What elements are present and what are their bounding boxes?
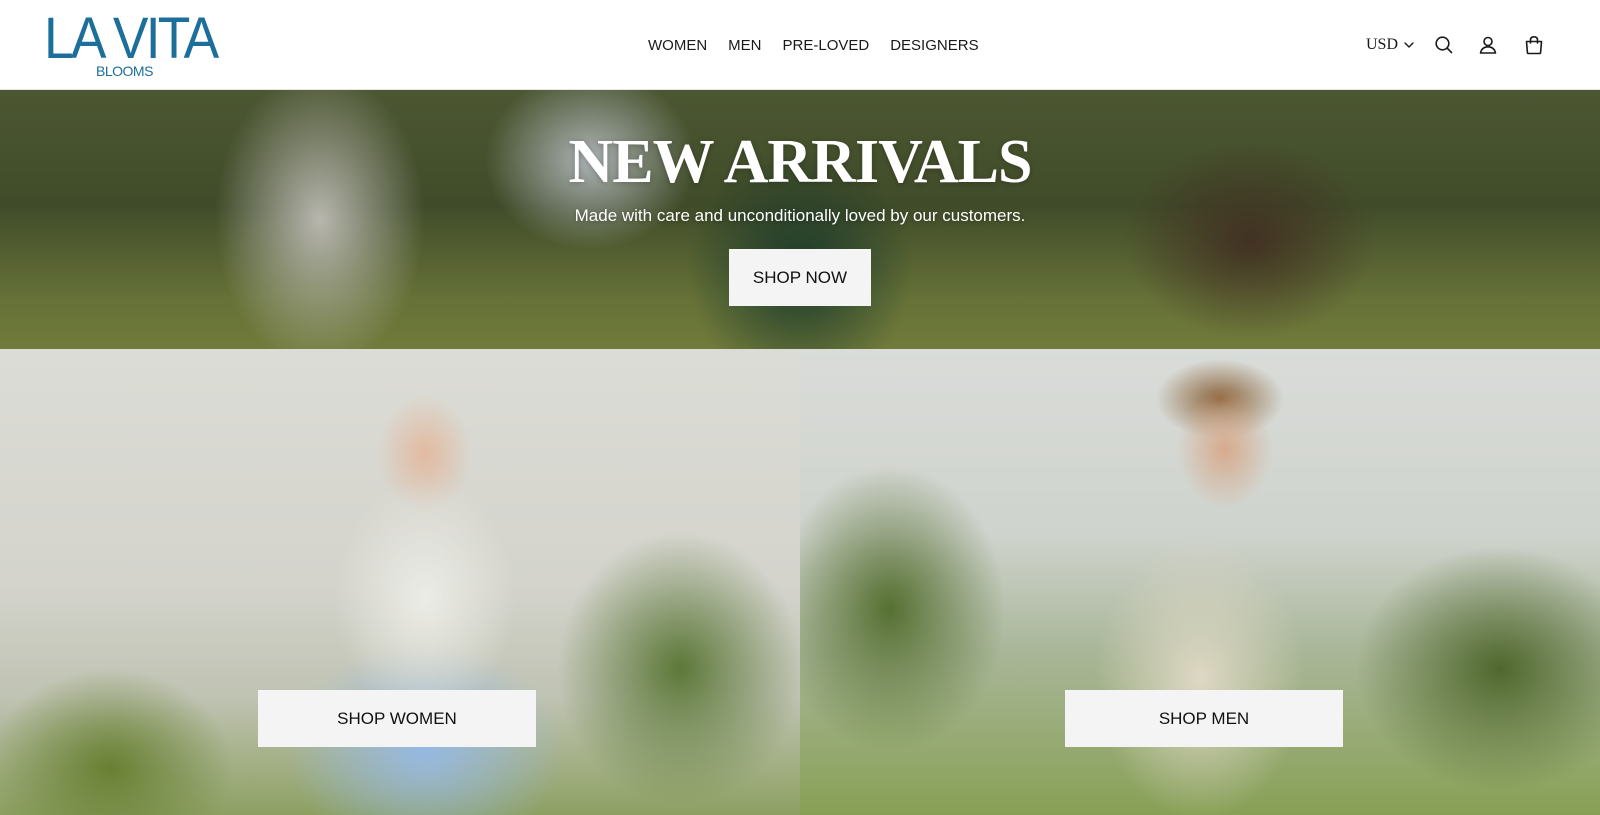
site-header: LA VITA BLOOMS WOMEN MEN PRE-LOVED DESIG… bbox=[0, 0, 1600, 90]
hero-subtitle: Made with care and unconditionally loved… bbox=[574, 206, 1026, 225]
cart-icon bbox=[1525, 35, 1543, 55]
nav-item-men[interactable]: MEN bbox=[728, 37, 761, 54]
account-icon bbox=[1479, 36, 1497, 54]
shop-men-button[interactable]: SHOP MEN bbox=[1065, 690, 1343, 747]
account-button[interactable] bbox=[1475, 32, 1501, 58]
hero-banner: NEW ARRIVALS Made with care and uncondit… bbox=[0, 90, 1600, 349]
chevron-down-icon bbox=[1404, 42, 1414, 48]
brand-name: LA VITA bbox=[44, 6, 219, 71]
currency-selector[interactable]: USD bbox=[1366, 33, 1415, 57]
brand-tagline: BLOOMS bbox=[96, 63, 153, 79]
category-panel-women[interactable]: SHOP WOMEN bbox=[0, 349, 800, 815]
search-icon bbox=[1435, 36, 1453, 54]
currency-label: USD bbox=[1366, 36, 1399, 53]
nav-item-pre-loved[interactable]: PRE-LOVED bbox=[783, 37, 870, 54]
nav-item-designers[interactable]: DESIGNERS bbox=[890, 37, 978, 54]
shop-women-button[interactable]: SHOP WOMEN bbox=[258, 690, 536, 747]
cart-button[interactable] bbox=[1521, 32, 1547, 58]
hero-content: NEW ARRIVALS Made with care and uncondit… bbox=[0, 90, 1600, 349]
main-nav: WOMEN MEN PRE-LOVED DESIGNERS bbox=[648, 34, 979, 56]
category-panel-men[interactable]: SHOP MEN bbox=[800, 349, 1600, 815]
nav-item-women[interactable]: WOMEN bbox=[648, 37, 707, 54]
hero-title: NEW ARRIVALS bbox=[568, 128, 1033, 196]
search-button[interactable] bbox=[1431, 32, 1457, 58]
shop-now-button[interactable]: SHOP NOW bbox=[729, 249, 871, 306]
brand-logo[interactable]: LA VITA BLOOMS bbox=[44, 10, 220, 80]
